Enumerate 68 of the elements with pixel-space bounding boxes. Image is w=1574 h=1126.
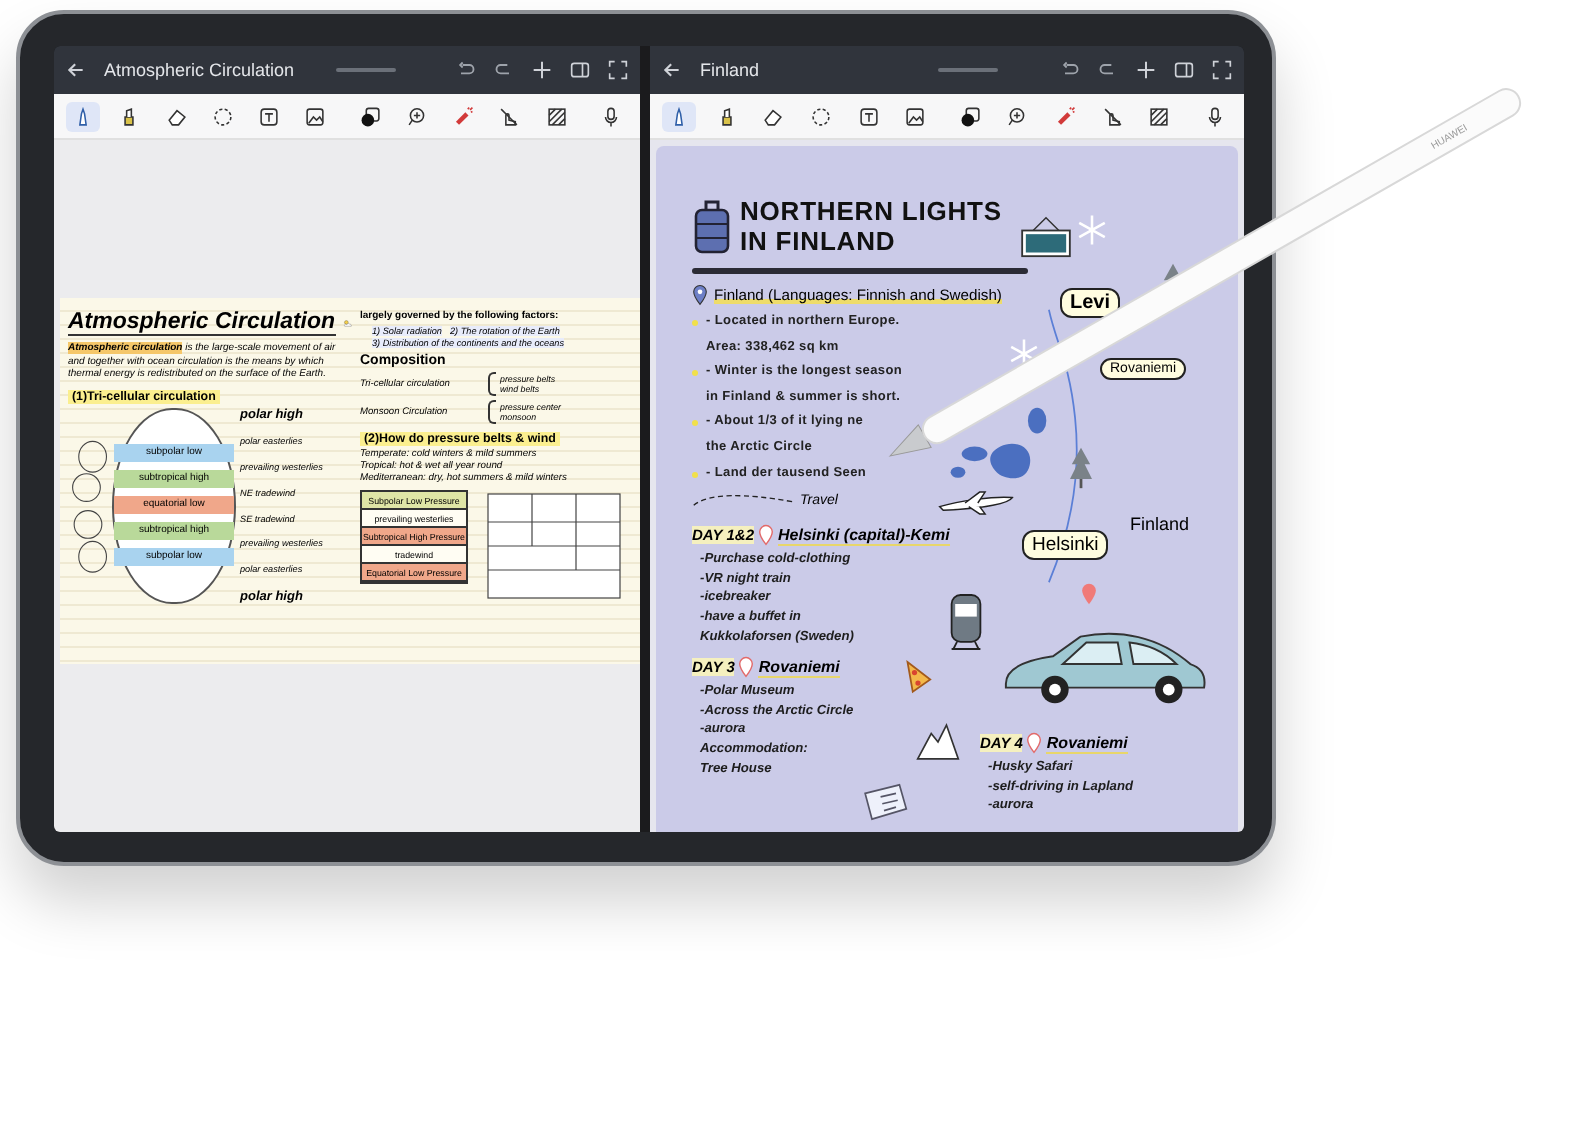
location-pin-icon	[692, 284, 708, 306]
mountain-icon	[916, 722, 960, 762]
note-heading: NORTHERN LIGHTS	[740, 196, 1002, 226]
mic-icon	[599, 105, 622, 127]
back-icon[interactable]	[662, 60, 682, 80]
bullet-dot	[692, 420, 698, 427]
texture-icon	[1148, 105, 1171, 127]
split-handle[interactable]	[640, 46, 650, 832]
laser-icon	[1054, 105, 1076, 127]
text-icon	[258, 105, 281, 127]
country-label: Finland	[1130, 514, 1190, 534]
color-icon	[959, 105, 982, 127]
bullet-dot	[692, 471, 698, 478]
city-bubble: Levi	[1060, 288, 1121, 318]
dashed-route-line	[692, 490, 796, 511]
eraser-icon	[762, 105, 785, 127]
note-title: Finland	[700, 60, 760, 80]
plus-icon[interactable]	[1136, 60, 1156, 80]
note-heading: IN FINLAND	[740, 226, 898, 256]
zoom-icon	[405, 105, 428, 127]
redo-icon[interactable]	[1098, 60, 1118, 80]
back-icon[interactable]	[66, 60, 86, 80]
texture-icon	[545, 105, 568, 127]
bullet-dot	[692, 370, 698, 377]
pine-tree-icon	[1068, 446, 1094, 490]
location-pin-icon	[1080, 582, 1098, 606]
eraser-icon	[165, 105, 188, 127]
note-title: Atmospheric Circulation	[104, 60, 295, 80]
undo-icon[interactable]	[456, 60, 476, 80]
lasso-icon	[211, 105, 234, 127]
image-icon	[304, 105, 327, 127]
city-bubble: Helsinki	[1022, 530, 1109, 560]
image-icon	[904, 105, 927, 127]
day-place: Rovaniemi	[1046, 733, 1128, 753]
train-icon	[948, 590, 984, 654]
fullscreen-icon[interactable]	[1212, 60, 1232, 80]
note-heading: Atmospheric Circulation	[68, 310, 336, 336]
pen-tool[interactable]	[66, 101, 100, 131]
location-pin-icon	[1026, 732, 1043, 754]
redo-icon[interactable]	[494, 60, 514, 80]
window-handle[interactable]	[937, 68, 998, 72]
brace-mark	[488, 400, 496, 424]
zoom-icon	[1006, 105, 1029, 127]
lasso-icon	[809, 105, 832, 127]
day-place: Rovaniemi	[758, 657, 840, 678]
laser-icon	[452, 105, 475, 127]
snowflake-icon	[1076, 214, 1108, 246]
plus-icon[interactable]	[532, 60, 552, 80]
split-view-icon[interactable]	[1174, 60, 1194, 80]
brace-mark	[488, 372, 496, 396]
split-view-icon[interactable]	[570, 60, 590, 80]
pizza-slice-icon	[904, 658, 932, 694]
text-icon	[857, 105, 879, 127]
ticket-icon	[860, 782, 908, 822]
suitcase-icon	[692, 196, 732, 256]
location-pin-icon	[738, 656, 755, 679]
location-pin-icon	[758, 524, 774, 547]
mic-icon	[1203, 105, 1226, 127]
framed-picture-icon	[1017, 214, 1074, 258]
stylus-tip	[889, 424, 932, 457]
window-handle[interactable]	[336, 68, 397, 72]
color-icon	[359, 105, 382, 127]
bullet-dot	[692, 320, 698, 326]
undo-icon[interactable]	[1060, 60, 1080, 80]
day-place: Helsinki (capital)-Kemi	[778, 525, 950, 546]
airplane-icon	[936, 490, 1016, 516]
pen-tool[interactable]	[662, 101, 696, 131]
fullscreen-icon[interactable]	[608, 60, 628, 80]
